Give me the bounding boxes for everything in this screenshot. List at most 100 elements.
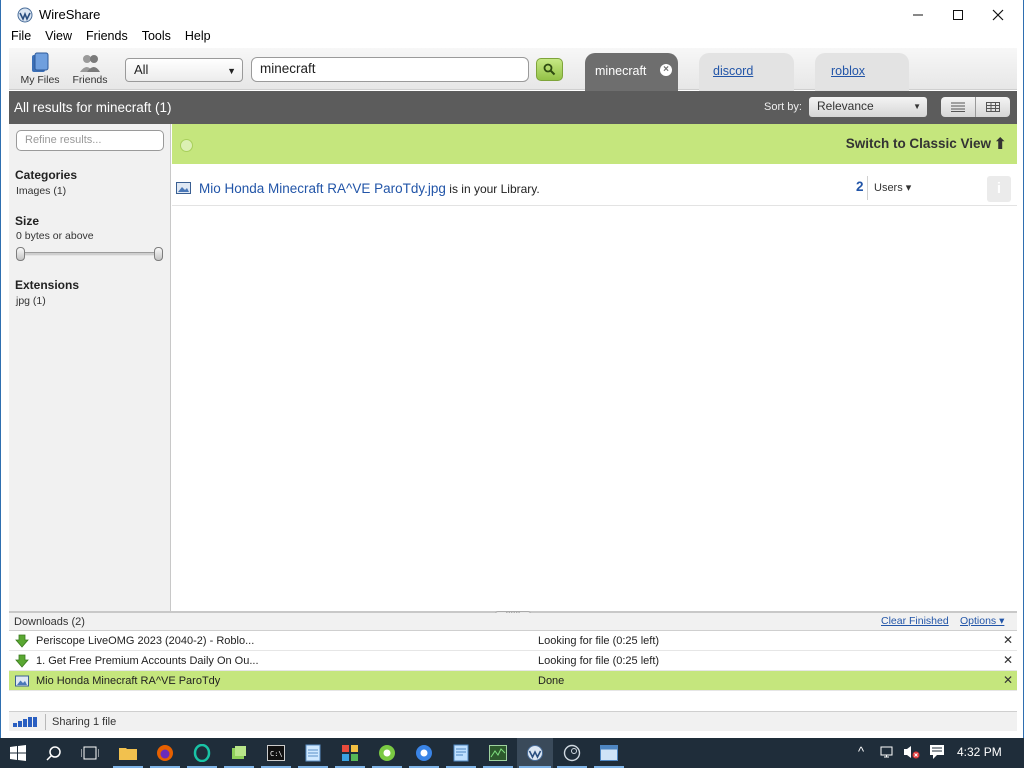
connection-strength-icon[interactable] — [13, 717, 39, 727]
cancel-download-icon[interactable]: ✕ — [1003, 653, 1013, 667]
opera-icon[interactable] — [192, 743, 212, 763]
view-toggle — [941, 97, 1010, 117]
control-panel-icon[interactable] — [340, 743, 360, 763]
document-icon[interactable] — [451, 743, 471, 763]
menu-view[interactable]: View — [43, 29, 74, 47]
tab-close-icon[interactable]: × — [660, 64, 672, 76]
list-view-button[interactable] — [941, 97, 976, 117]
menu-bar: File View Friends Tools Help — [9, 29, 213, 47]
chevron-up-icon[interactable]: ^ — [858, 744, 864, 759]
wireshare-window: WireShare File View Friends Tools Help M… — [0, 0, 1024, 738]
download-row[interactable]: Periscope LiveOMG 2023 (2040-2) - Roblo.… — [9, 631, 1017, 651]
windows-taskbar: C:\ ^ 4:32 PM — [0, 738, 1024, 768]
downloads-title: Downloads (2) — [14, 616, 85, 628]
taskbar-clock[interactable]: 4:32 PM — [957, 745, 1002, 759]
search-icon[interactable] — [44, 743, 64, 763]
window-title: WireShare — [39, 7, 101, 22]
network-icon[interactable] — [880, 744, 896, 760]
divider — [45, 714, 46, 730]
download-status: Looking for file (0:25 left) — [538, 655, 660, 667]
info-icon[interactable]: i — [987, 176, 1011, 202]
task-manager-icon[interactable] — [488, 743, 508, 763]
file-explorer-icon[interactable] — [118, 743, 138, 763]
firefox-icon[interactable] — [155, 743, 175, 763]
download-arrow-icon — [15, 634, 29, 648]
task-view-icon[interactable] — [80, 743, 100, 763]
size-heading: Size — [15, 214, 40, 228]
menu-help[interactable]: Help — [183, 29, 213, 47]
app-lime-icon[interactable] — [377, 743, 397, 763]
action-center-icon[interactable] — [929, 744, 945, 760]
clear-finished-link[interactable]: Clear Finished — [881, 615, 949, 627]
terminal-icon[interactable]: C:\ — [266, 743, 286, 763]
refine-results-input[interactable]: Refine results... — [16, 130, 164, 151]
app-green-icon[interactable] — [229, 743, 249, 763]
wireshare-logo-icon — [17, 7, 33, 23]
wireshare-taskbar-icon[interactable] — [525, 743, 545, 763]
categories-heading: Categories — [15, 168, 78, 182]
downloads-options-link[interactable]: Options ▾ — [960, 615, 1004, 627]
download-row[interactable]: 1. Get Free Premium Accounts Daily On Ou… — [9, 651, 1017, 671]
tab-minecraft[interactable]: minecraft × — [585, 53, 678, 91]
window-app-icon[interactable] — [599, 743, 619, 763]
extensions-heading: Extensions — [15, 278, 80, 292]
category-images-filter[interactable]: Images (1) — [16, 185, 66, 197]
cancel-download-icon[interactable]: ✕ — [1003, 633, 1013, 647]
maximize-button[interactable] — [938, 0, 978, 30]
sharing-status[interactable]: Sharing 1 file — [52, 716, 116, 728]
title-bar[interactable]: WireShare — [1, 0, 1023, 30]
size-value: 0 bytes or above — [16, 230, 94, 242]
results-header-bar: All results for minecraft (1) Sort by: R… — [9, 91, 1017, 124]
close-button[interactable] — [978, 0, 1018, 30]
size-slider-track[interactable] — [18, 252, 163, 256]
search-button[interactable] — [536, 58, 563, 81]
table-view-icon — [986, 102, 1000, 112]
tab-discord[interactable]: discord — [699, 53, 794, 91]
image-file-icon — [15, 675, 29, 687]
users-dropdown[interactable]: Users ▾ — [874, 181, 911, 194]
search-category-dropdown[interactable]: All ▼ — [125, 58, 243, 82]
result-file-name-text: Mio Honda Minecraft RA^VE ParoTdy.jpg — [199, 181, 446, 196]
my-files-button[interactable]: My Files — [12, 50, 68, 90]
switch-to-classic-view-link[interactable]: Switch to Classic View — [846, 136, 991, 151]
sort-value: Relevance — [817, 99, 874, 113]
extension-jpg-filter[interactable]: jpg (1) — [16, 295, 46, 307]
chrome-icon[interactable] — [414, 743, 434, 763]
result-library-note: is in your Library. — [445, 182, 540, 196]
menu-tools[interactable]: Tools — [140, 29, 173, 47]
minimize-button[interactable] — [898, 0, 938, 30]
friends-label: Friends — [72, 74, 108, 86]
sort-dropdown[interactable]: Relevance ▼ — [809, 97, 927, 117]
size-slider-min-handle[interactable] — [16, 247, 25, 261]
downloads-empty-space — [9, 691, 1017, 711]
image-file-icon — [176, 182, 191, 194]
volume-muted-icon[interactable] — [903, 744, 921, 760]
magnifier-icon — [543, 63, 556, 76]
steam-icon[interactable] — [562, 743, 582, 763]
menu-file[interactable]: File — [9, 29, 33, 47]
download-arrow-icon — [15, 654, 29, 668]
svg-text:C:\: C:\ — [270, 750, 283, 758]
menu-friends[interactable]: Friends — [84, 29, 130, 47]
dropdown-caret-icon: ▼ — [913, 102, 921, 111]
toolbar: My Files Friends All ▼ minecraft minecra… — [9, 48, 1017, 91]
table-view-button[interactable] — [976, 97, 1010, 117]
notepad-icon[interactable] — [303, 743, 323, 763]
divider — [867, 176, 868, 200]
download-row[interactable]: Mio Honda Minecraft RA^VE ParoTdy Done ✕ — [9, 671, 1017, 691]
classic-view-banner: Switch to Classic View ⬆ — [172, 124, 1017, 164]
result-row[interactable]: Mio Honda Minecraft RA^VE ParoTdy.jpg is… — [172, 172, 1017, 206]
sort-label: Sort by: — [764, 101, 802, 113]
remove-download-icon[interactable]: ✕ — [1003, 673, 1013, 687]
result-user-count: 2 — [856, 179, 864, 194]
size-slider-max-handle[interactable] — [154, 247, 163, 261]
tab-discord-label: discord — [713, 64, 754, 78]
search-input[interactable]: minecraft — [251, 57, 529, 82]
friends-button[interactable]: Friends — [62, 50, 118, 90]
start-icon[interactable] — [8, 743, 28, 763]
downloads-header: Downloads (2) Clear Finished Options ▾ — [9, 613, 1017, 631]
friends-icon — [80, 55, 100, 72]
search-category-value: All — [134, 62, 149, 77]
tab-roblox[interactable]: roblox — [815, 53, 909, 91]
result-file-name[interactable]: Mio Honda Minecraft RA^VE ParoTdy.jpg is… — [199, 181, 540, 196]
